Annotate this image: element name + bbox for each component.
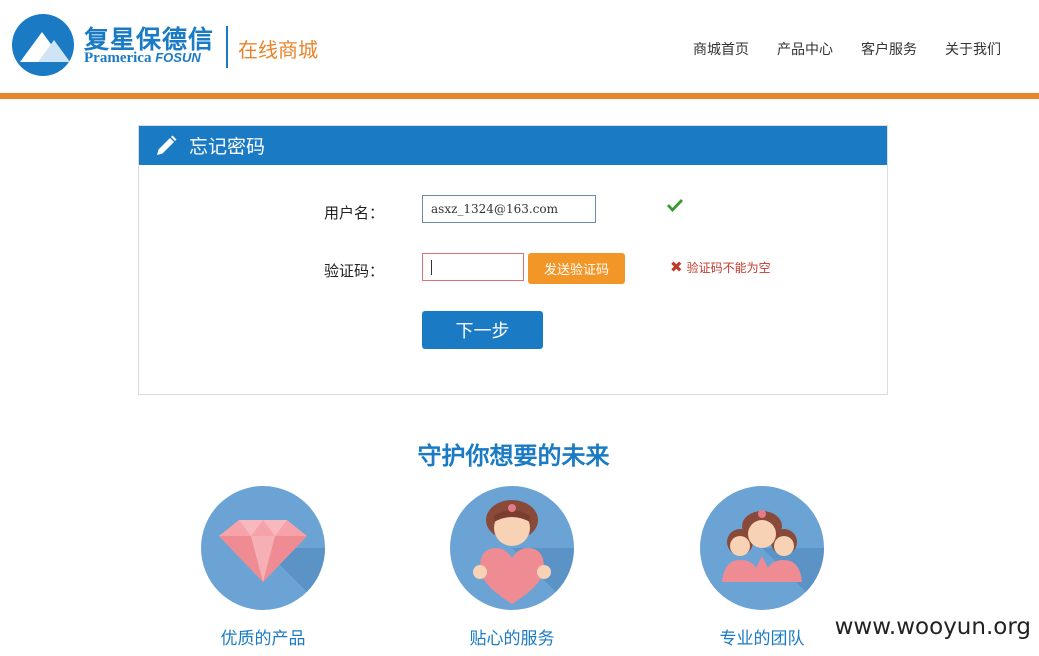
pencil-icon <box>153 133 179 159</box>
nav-item-service[interactable]: 客户服务 <box>861 39 917 59</box>
feature-label: 贴心的服务 <box>469 629 555 649</box>
nav-item-products[interactable]: 产品中心 <box>777 39 833 59</box>
text-caret <box>431 260 432 275</box>
feature-label: 优质的产品 <box>220 629 306 649</box>
logo-divider <box>226 26 228 68</box>
feature-quality-products[interactable]: 优质的产品 <box>193 486 333 649</box>
send-code-button[interactable]: 发送验证码 <box>528 253 625 284</box>
brand-name-en: Pramerica FOSUN <box>84 50 201 67</box>
next-step-button[interactable]: 下一步 <box>422 311 543 349</box>
check-icon <box>666 197 684 216</box>
main-nav: 商城首页 产品中心 客户服务 关于我们 <box>693 39 1001 59</box>
panel-title: 忘记密码 <box>189 136 266 158</box>
watermark-text: www.wooyun.org <box>834 614 1031 640</box>
brand-name-en-main: Pramerica <box>84 50 152 66</box>
header-accent-bar <box>0 93 1039 99</box>
panel-header: 忘记密码 <box>139 126 887 165</box>
diamond-icon <box>201 486 325 610</box>
verification-code-input[interactable] <box>422 253 524 281</box>
nav-item-about[interactable]: 关于我们 <box>945 39 1001 59</box>
nav-item-home[interactable]: 商城首页 <box>693 39 749 59</box>
username-input[interactable]: asxz_1324@163.com <box>422 195 596 223</box>
brand-logo-icon[interactable] <box>12 14 74 76</box>
code-label: 验证码： <box>324 262 385 280</box>
brand-name-en-suffix: FOSUN <box>155 50 201 65</box>
site-header: 复星保德信 Pramerica FOSUN 在线商城 商城首页 产品中心 客户服… <box>0 0 1039 93</box>
logo-mountain-shadow <box>38 40 70 62</box>
brand-subtitle: 在线商城 <box>238 38 318 62</box>
heart-person-icon <box>450 486 574 610</box>
code-error-text: 验证码不能为空 <box>686 260 771 275</box>
feature-professional-team[interactable]: 专业的团队 <box>692 486 832 649</box>
feature-caring-service[interactable]: 贴心的服务 <box>442 486 582 649</box>
feature-label: 专业的团队 <box>719 629 805 649</box>
team-icon <box>700 486 824 610</box>
code-error-message: ✖ 验证码不能为空 <box>670 258 771 276</box>
username-label: 用户名： <box>324 204 385 222</box>
forgot-password-panel: 忘记密码 用户名： asxz_1324@163.com 验证码： 发送验证码 ✖… <box>138 125 888 395</box>
error-x-icon: ✖ <box>670 258 683 276</box>
slogan-heading: 守护你想要的未来 <box>417 442 610 470</box>
